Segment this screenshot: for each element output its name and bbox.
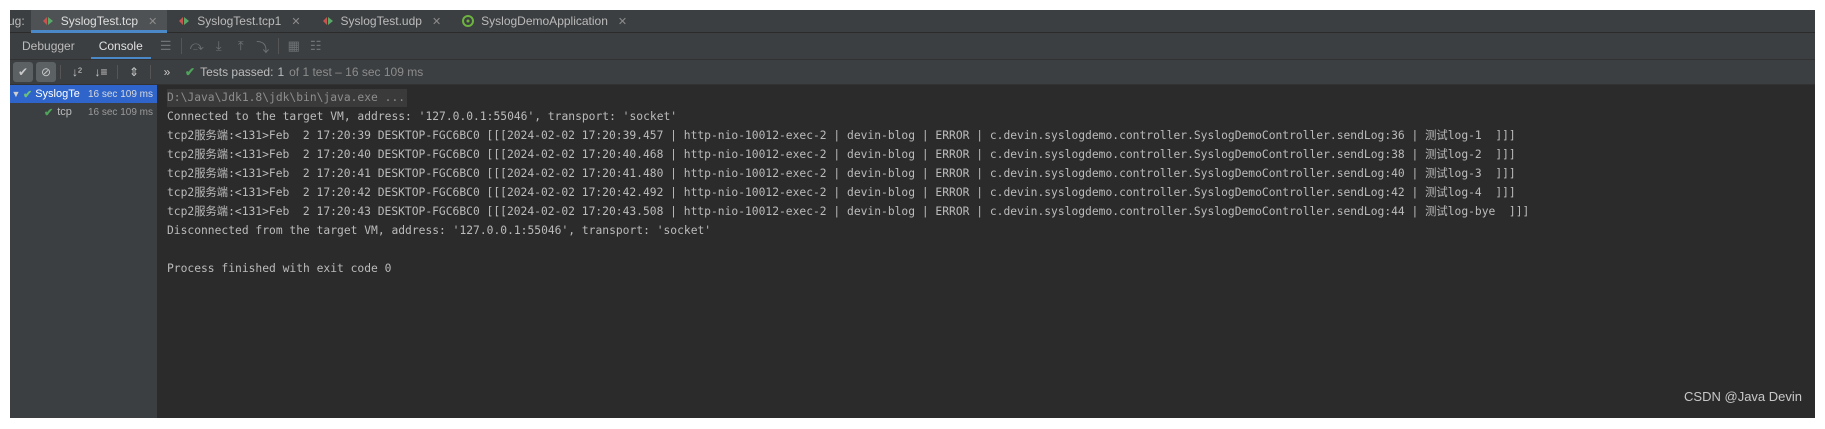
evaluate-expression-icon[interactable]: ▦ [283,33,305,59]
close-icon[interactable]: ✕ [432,15,441,28]
console-log-line: tcp2服务端:<131>Feb 2 17:20:43 DESKTOP-FGC6… [167,205,1530,218]
console-line-connected: Connected to the target VM, address: '12… [167,110,678,123]
sort-by-duration-icon[interactable]: ↓≡ [89,62,113,82]
status-suffix: of 1 test – 16 sec 109 ms [289,65,424,79]
console-log-line: tcp2服务端:<131>Feb 2 17:20:39 DESKTOP-FGC6… [167,129,1516,142]
tree-node-label: tcp [57,106,72,118]
check-icon: ✔ [44,106,54,119]
tab-syslogdemoapplication[interactable]: SyslogDemoApplication ✕ [451,10,637,32]
debug-label: ug: [10,14,25,28]
test-config-icon [179,17,190,25]
tree-node-time: 16 sec 109 ms [87,88,153,100]
show-passed-icon[interactable]: ✔ [13,62,33,82]
console-output[interactable]: D:\Java\Jdk1.8\jdk\bin\java.exe ... Conn… [157,85,1815,418]
step-over-icon[interactable]: ⤼ [186,33,208,59]
console-log-line: tcp2服务端:<131>Feb 2 17:20:41 DESKTOP-FGC6… [167,167,1516,180]
test-status: ✔ Tests passed: 1 of 1 test – 16 sec 109… [185,65,423,79]
step-out-icon[interactable]: ⤒ [230,33,252,59]
tab-console[interactable]: Console [87,33,155,59]
ide-window: ug: SyslogTest.tcp ✕ SyslogTest.tcp1 ✕ S… [10,10,1815,418]
step-into-icon[interactable]: ⤓ [208,33,230,59]
separator [117,65,118,79]
console-line-disconnected: Disconnected from the target VM, address… [167,224,712,237]
test-config-icon [42,17,53,25]
tab-debugger[interactable]: Debugger [10,33,87,59]
tab-label: SyslogDemoApplication [481,14,608,28]
check-icon: ✔ [23,88,33,101]
trace-icon[interactable]: ☷ [305,33,327,59]
console-line-exit: Process finished with exit code 0 [167,262,392,275]
separator [180,38,182,54]
tree-node-tcp[interactable]: ✔ tcp 16 sec 109 ms [10,103,157,121]
debug-subtoolbar: Debugger Console ☰ ⤼ ⤓ ⤒ ⤵ ▦ ☷ [10,33,1815,60]
menu-icon[interactable]: ☰ [155,33,177,59]
tree-node-label: SyslogTe [35,88,80,100]
status-count: 1 [277,65,285,79]
tab-label: SyslogTest.tcp [60,14,139,28]
close-icon[interactable]: ✕ [291,15,300,28]
test-toolbar: ✔ ⊘ ↓² ↓≡ ⇕ » ✔ Tests passed: 1 of 1 tes… [10,60,1815,85]
chevron-down-icon[interactable]: ▼ [10,89,22,99]
tab-label: SyslogTest.udp [340,14,422,28]
tab-syslogtest-tcp[interactable]: SyslogTest.tcp ✕ [30,10,168,33]
console-log-line: tcp2服务端:<131>Feb 2 17:20:40 DESKTOP-FGC6… [167,148,1516,161]
watermark: CSDN @Java Devin [1684,389,1802,404]
expand-all-icon[interactable]: ⇕ [122,62,146,82]
separator [60,65,61,79]
tree-node-syslogtest[interactable]: ▼ ✔ SyslogTe 16 sec 109 ms [10,85,157,103]
console-log-line: tcp2服务端:<131>Feb 2 17:20:42 DESKTOP-FGC6… [167,186,1516,199]
more-icon[interactable]: » [155,62,179,82]
tab-label: SyslogTest.tcp1 [197,14,282,28]
status-prefix: Tests passed: [200,65,274,79]
sort-alphabetically-icon[interactable]: ↓² [65,62,89,82]
show-ignored-icon[interactable]: ⊘ [36,62,56,82]
tree-node-time: 16 sec 109 ms [87,106,153,118]
tab-syslogtest-tcp1[interactable]: SyslogTest.tcp1 ✕ [167,10,310,32]
run-to-cursor-icon[interactable]: ⤵ [252,33,274,59]
close-icon[interactable]: ✕ [618,15,627,28]
test-tree: ▼ ✔ SyslogTe 16 sec 109 ms ✔ tcp 16 sec … [10,85,157,418]
separator [277,38,279,54]
command-line[interactable]: D:\Java\Jdk1.8\jdk\bin\java.exe ... [167,89,408,107]
tab-syslogtest-udp[interactable]: SyslogTest.udp ✕ [311,10,452,32]
check-icon: ✔ [185,65,196,79]
run-tab-strip: ug: SyslogTest.tcp ✕ SyslogTest.tcp1 ✕ S… [10,10,1815,33]
test-config-icon [322,17,333,25]
separator [150,65,151,79]
spring-boot-icon [462,15,475,27]
close-icon[interactable]: ✕ [148,15,157,28]
